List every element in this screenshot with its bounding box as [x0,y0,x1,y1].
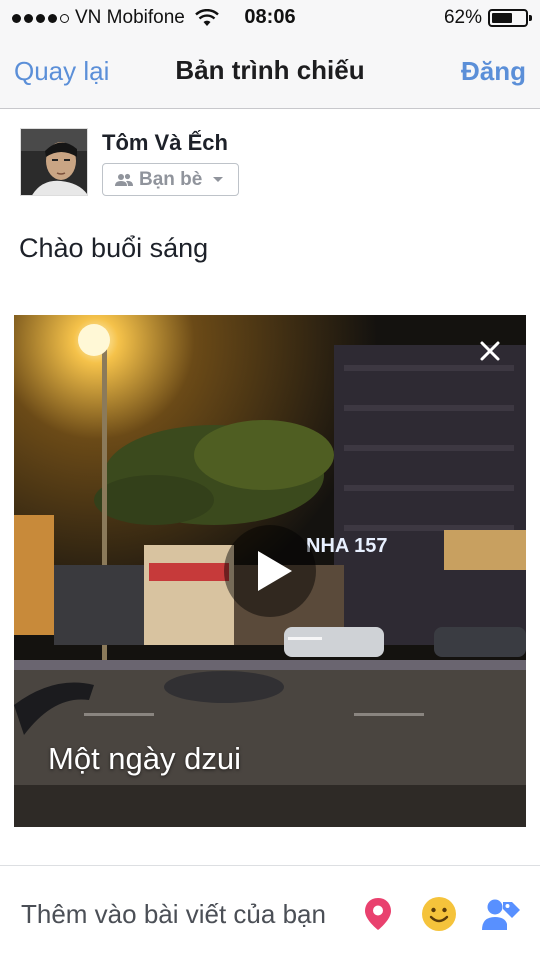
play-icon [258,551,292,591]
chevron-down-icon [213,176,224,182]
status-right: 62% [443,7,532,29]
avatar-photo [21,129,87,195]
location-pin-icon[interactable] [360,896,396,932]
close-icon[interactable] [476,337,504,365]
tag-friends-icon[interactable] [481,896,521,932]
slideshow-caption[interactable]: Một ngày dzui [48,741,241,777]
emoji-smile-icon[interactable] [421,896,457,932]
status-bar: VN Mobifone 08:06 62% [0,0,540,36]
storefront-sign: NHA 157 [306,535,388,557]
battery-icon [488,9,532,27]
post-text[interactable]: Chào buổi sáng [19,233,208,264]
back-button[interactable]: Quay lại [14,56,109,87]
slideshow-media[interactable]: NHA 157 Một ngày dzui [14,315,526,827]
battery-fill [492,13,512,23]
audience-selector[interactable]: Bạn bè [102,163,239,196]
battery-percent: 62% [443,7,482,28]
user-name[interactable]: Tôm Và Ếch [102,130,228,156]
friends-icon [115,173,133,186]
add-to-post-bar[interactable]: Thêm vào bài viết của bạn [0,865,540,961]
audience-label: Bạn bè [139,168,203,190]
battery-tip [529,15,532,21]
nav-bar: Quay lại Bản trình chiếu Đăng [0,36,540,109]
progress-indicator [288,637,322,640]
play-button[interactable] [224,525,316,617]
post-button[interactable]: Đăng [461,56,526,87]
add-to-post-label: Thêm vào bài viết của bạn [21,899,326,929]
avatar[interactable] [20,128,88,196]
